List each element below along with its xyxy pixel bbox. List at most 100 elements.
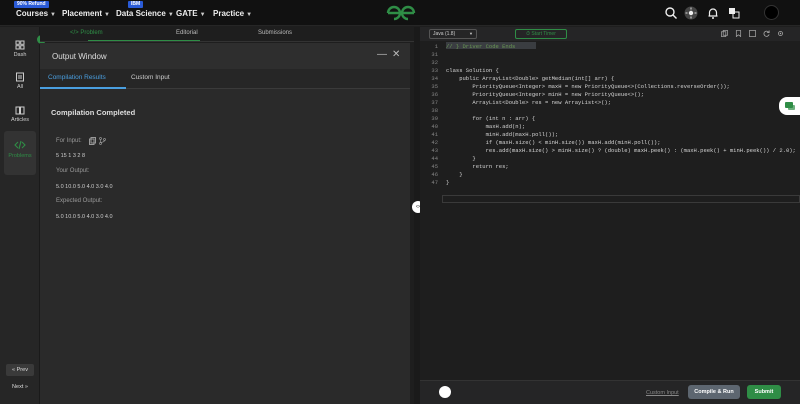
line-number: 47 (431, 179, 438, 186)
editor-actions: Custom Input Compile & Run Submit (420, 380, 800, 404)
nav-gate[interactable]: GATE ▼ (176, 9, 206, 18)
code-editor: Java (1.8) ▼ ⏱ Start Timer 1 31 32 33 34 … (420, 27, 800, 404)
sidebar-item-label: Dash (13, 52, 27, 58)
nav-courses[interactable]: Courses ▼ (16, 9, 56, 18)
settings-icon[interactable] (777, 30, 784, 37)
expected-output-label: Expected Output: (56, 198, 103, 204)
code-line: maxH.add(n); (446, 123, 526, 130)
copy-code-icon[interactable] (721, 30, 728, 37)
gfg-logo[interactable] (385, 3, 417, 23)
expected-output-value: 5.0 10.0 5.0 4.0 3.0 4.0 (56, 214, 113, 220)
code-line: public ArrayList<Double> getMedian(int[]… (446, 75, 615, 82)
avatar[interactable] (764, 5, 779, 20)
bell-icon[interactable] (706, 6, 720, 20)
next-button[interactable]: Next » (6, 381, 34, 393)
search-icon[interactable] (664, 6, 678, 20)
line-number: 44 (431, 155, 438, 162)
submit-button[interactable]: Submit (747, 385, 781, 399)
nav-placement[interactable]: Placement ▼ (62, 9, 110, 18)
chat-icon (785, 102, 795, 110)
book-icon (15, 106, 25, 115)
custom-input-link[interactable]: Custom Input (646, 390, 679, 396)
your-output-label: Your Output: (56, 168, 90, 174)
grid-icon (15, 40, 25, 50)
line-number: 46 (431, 171, 438, 178)
start-timer-button[interactable]: ⏱ Start Timer (515, 29, 567, 39)
chevron-down-icon: ▼ (469, 31, 473, 36)
reset-icon[interactable] (763, 30, 770, 37)
code-line: class Solution { (446, 67, 499, 74)
input-value: 5 15 1 3 2 8 (56, 153, 86, 159)
output-window: Output Window — ✕ Compilation Results Cu… (40, 43, 410, 404)
line-number: 37 (431, 99, 438, 106)
line-numbers: 1 31 32 33 34 35 36 37 38 39 40 41 42 43… (420, 41, 442, 404)
line-number: 31 (431, 51, 438, 58)
sidebar-item-articles[interactable]: Articles (4, 102, 36, 132)
line-number: 36 (431, 91, 438, 98)
tab-editorial[interactable]: Editorial (176, 30, 198, 36)
line-number: 38 (431, 107, 438, 114)
sidebar-item-all[interactable]: All (4, 69, 36, 99)
chevron-down-icon: ▼ (104, 12, 110, 18)
tab-problem[interactable]: </> Problem (70, 30, 103, 36)
chevron-down-icon: ▼ (199, 12, 206, 18)
line-number: 1 (434, 43, 438, 50)
stack-icon (16, 72, 24, 82)
active-output-tab-underline (40, 87, 126, 89)
nav-practice[interactable]: Practice ▼ (213, 9, 252, 18)
minimize-icon[interactable]: — (377, 49, 387, 60)
code-line: res.add(maxH.size() > minH.size() ? (dou… (446, 147, 796, 154)
tab-submissions[interactable]: Submissions (258, 30, 292, 36)
translate-icon[interactable] (727, 6, 741, 20)
code-line: if (maxH.size() < minH.size()) maxH.add(… (446, 139, 661, 146)
language-select[interactable]: Java (1.8) ▼ (429, 29, 477, 39)
code-line: } (446, 155, 476, 162)
sidebar: Dash All Articles Problems « Prev Next » (0, 27, 40, 404)
your-output-value: 5.0 10.0 5.0 4.0 3.0 4.0 (56, 184, 113, 190)
chevron-down-icon: ▼ (50, 12, 56, 18)
chat-button[interactable] (779, 97, 800, 115)
editor-toolbar: Java (1.8) ▼ ⏱ Start Timer (420, 27, 800, 41)
sidebar-item-dash[interactable]: Dash (4, 37, 36, 67)
line-number: 42 (431, 139, 438, 146)
compile-run-button[interactable]: Compile & Run (688, 385, 740, 399)
code-icon (14, 140, 26, 150)
line-number: 33 (431, 67, 438, 74)
close-icon[interactable]: ✕ (392, 49, 400, 60)
line-number: 35 (431, 83, 438, 90)
line-number: 43 (431, 147, 438, 154)
tab-custom-input[interactable]: Custom Input (131, 74, 170, 81)
theme-toggle-icon[interactable] (684, 6, 698, 20)
output-tabs: Compilation Results Custom Input (40, 69, 410, 89)
code-line: } (446, 179, 450, 186)
branch-icon[interactable] (99, 137, 106, 145)
code-line: PriorityQueue<Integer> maxH = new Priori… (446, 83, 730, 90)
tab-compilation-results[interactable]: Compilation Results (48, 74, 106, 81)
output-window-header: Output Window — ✕ (40, 43, 410, 69)
active-tab-underline (88, 40, 200, 41)
output-window-title: Output Window (52, 52, 107, 61)
top-nav: 90% Refund Courses ▼ Placement ▼ IBM Data … (0, 0, 800, 26)
lightbulb-icon[interactable] (439, 386, 451, 398)
ibm-badge: IBM (128, 1, 144, 8)
nav-data-science[interactable]: Data Science ▼ (116, 9, 174, 18)
sidebar-item-label: Problems (8, 153, 32, 159)
code-line: // } Driver Code Ends (446, 43, 516, 50)
line-number: 40 (431, 123, 438, 130)
compilation-status: Compilation Completed (51, 108, 136, 117)
sidebar-item-label: All (16, 84, 24, 90)
code-line: } (446, 171, 463, 178)
fullscreen-icon[interactable] (749, 30, 756, 37)
code-line: PriorityQueue<Integer> minH = new Priori… (446, 91, 645, 98)
problem-tabs: </> Problem Editorial Submissions (40, 27, 414, 42)
bookmark-icon[interactable] (735, 30, 742, 37)
code-line: for (int n : arr) { (446, 115, 536, 122)
sidebar-item-label: Articles (10, 117, 30, 123)
input-label: For Input: (56, 138, 82, 144)
copy-icon[interactable] (89, 137, 96, 145)
line-number: 39 (431, 115, 438, 122)
prev-button[interactable]: « Prev (6, 364, 34, 376)
code-line: ArrayList<Double> res = new ArrayList<>(… (446, 99, 612, 106)
sidebar-item-problems[interactable]: Problems (4, 131, 36, 175)
line-number: 32 (431, 59, 438, 66)
